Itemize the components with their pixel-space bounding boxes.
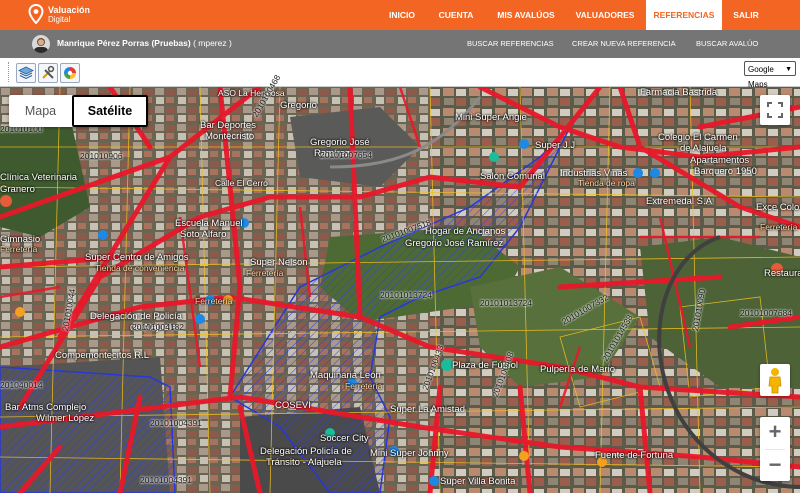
color-wheel-icon <box>64 67 76 79</box>
label-super-jj: Super J.J <box>535 140 576 151</box>
label-bar-deportes: Bar Deportes <box>200 120 256 131</box>
label-salon-comunal: Salón Comunal <box>480 171 545 182</box>
nav-valuadores[interactable]: VALUADORES <box>568 0 642 30</box>
brand-name-line2: Digital <box>48 15 71 24</box>
label-tienda-ropa: Tienda de ropa <box>578 178 635 188</box>
label-granero: Granero <box>0 184 35 195</box>
label-bar-atms: Bar Atms Complejo <box>5 402 87 413</box>
layers-icon <box>18 66 34 80</box>
label-soto-alfaro: Soto Alfaro <box>180 229 227 240</box>
label-de-alajuela: de Alajuela <box>680 143 727 154</box>
toolbar-grip <box>8 62 11 82</box>
nav-inicio[interactable]: INICIO <box>380 0 424 30</box>
parcel-code: 201010906 <box>80 151 123 161</box>
label-hogar-ancianos: Hogar de Ancianos <box>425 226 506 237</box>
user-info: Manrique Pérez Porras (Pruebas) ( mperez… <box>57 38 232 48</box>
label-delegacion-transito: Delegación Policía de <box>260 446 352 457</box>
label-pulperia-mario: Pulpería de Mario <box>540 364 615 375</box>
label-cosevi: COSEVI <box>275 400 311 411</box>
fullscreen-icon <box>767 102 783 118</box>
label-tienda-conveniencia: Tienda de conveniencia <box>95 263 185 273</box>
label-compemontecitos: Compemontecitos R.L <box>55 350 149 361</box>
label-gregorio-jose: Gregorio José <box>310 137 370 148</box>
label-ferreteria-leon: Ferretería <box>345 381 383 391</box>
label-super-nelson: Super Nelson <box>250 257 308 268</box>
label-super-villa-bonita: Super Villa Bonita <box>440 476 516 487</box>
label-fuente-fortuna: Fuente de Fortuna <box>595 450 674 461</box>
label-escuela-manuel: Escuela Manuel <box>175 218 243 229</box>
street-view-pegman[interactable] <box>760 364 790 396</box>
parcel-code: 20101004391 <box>140 475 193 485</box>
user-username: ( mperez ) <box>193 38 232 48</box>
avatar <box>32 35 50 53</box>
label-mini-super-angie: Mini Super Angie <box>455 112 527 123</box>
parcel-code: 20101007654 <box>320 150 373 160</box>
label-farmacia: Farmacia Bastrida <box>640 87 718 98</box>
fullscreen-button[interactable] <box>760 95 790 125</box>
label-transito-alajuela: Tránsito - Alajuela <box>266 457 342 468</box>
tools-icon <box>42 65 55 79</box>
label-mini-super-johnny: Mini Super Johnny <box>370 448 449 459</box>
pegman-icon <box>768 368 782 394</box>
parcel-code: 20101013724 <box>480 298 533 308</box>
color-button[interactable] <box>60 63 80 83</box>
chevron-down-icon: ▼ <box>785 66 792 73</box>
crear-nueva-referencia-link[interactable]: CREAR NUEVA REFERENCIA <box>572 39 676 48</box>
parcel-code: 20101007684 <box>740 308 793 318</box>
label-maquinaria-leon: Maquinaria León <box>310 370 381 381</box>
nav-mis-avaluos[interactable]: MIS AVALÚOS <box>490 0 562 30</box>
nav-salir[interactable]: SALIR <box>728 0 764 30</box>
zoom-out-button[interactable]: − <box>760 450 790 480</box>
parcel-code: 20101013724 <box>380 290 433 300</box>
label-gregorio-jose-ramirez: Gregorio José Ramírez <box>405 238 504 249</box>
map-toolbar <box>0 58 800 87</box>
brand-name-line1: Valuación <box>48 5 91 15</box>
label-wilmer-lopez: Wilmer López <box>36 413 95 424</box>
label-exce-colo: Exce Colo <box>756 202 800 213</box>
label-ferreteria-policia: Ferretería <box>195 296 233 306</box>
label-super-centro: Super Centro de Amigos <box>85 252 189 263</box>
zoom-in-button[interactable]: + <box>760 417 790 447</box>
label-ferreteria-nelson: Ferretería <box>246 268 284 278</box>
label-calle-el-cerro: Calle El Cerro <box>215 178 268 188</box>
basemap-select[interactable]: Google Maps ▼ <box>744 61 796 89</box>
label-apartamentos: Apartamentos <box>690 155 750 166</box>
label-barquero: Barquero 1950 <box>694 166 757 177</box>
label-colegio-carmen: Colegio El Carmen <box>658 132 738 143</box>
parcel-code: 201040014 <box>0 380 43 390</box>
label-super-amistad: Super La Amistad <box>390 404 465 415</box>
label-ferreteria-west: Ferretería <box>0 244 38 254</box>
buscar-avaluo-link[interactable]: BUSCAR AVALÚO <box>696 39 758 48</box>
map-type-satelite-button[interactable]: Satélite <box>72 95 148 127</box>
map-type-mapa-button[interactable]: Mapa <box>9 95 72 127</box>
user-name: Manrique Pérez Porras (Pruebas) <box>57 38 191 48</box>
location-pin-icon <box>28 4 44 24</box>
nav-cuenta[interactable]: CUENTA <box>430 0 482 30</box>
zoom-control: + − <box>760 417 790 481</box>
label-restaurante: Restaurante <box>764 268 800 279</box>
label-montecristo: Montecristo <box>205 131 255 142</box>
brand-logo[interactable]: Valuación Digital <box>28 3 148 27</box>
layers-button[interactable] <box>16 63 36 83</box>
parcel-code: 20101004182 <box>132 322 185 332</box>
label-extremedal: Extremedal S.A <box>646 196 712 207</box>
label-ferreteria-east: Ferretería <box>760 222 798 232</box>
nav-referencias[interactable]: REFERENCIAS <box>646 0 722 30</box>
parcel-code: 20101004391 <box>150 418 203 428</box>
label-delegacion-policia: Delegación de Policía <box>90 311 182 322</box>
map-type-control: Mapa Satélite <box>9 95 148 127</box>
buscar-referencias-link[interactable]: BUSCAR REFERENCIAS <box>467 39 554 48</box>
label-soccer-city: Soccer City <box>320 433 369 444</box>
tools-button[interactable] <box>38 63 58 83</box>
label-clinica-veterinaria: Clínica Veterinaria <box>0 172 78 183</box>
label-gregorio: Gregorio <box>280 100 317 111</box>
